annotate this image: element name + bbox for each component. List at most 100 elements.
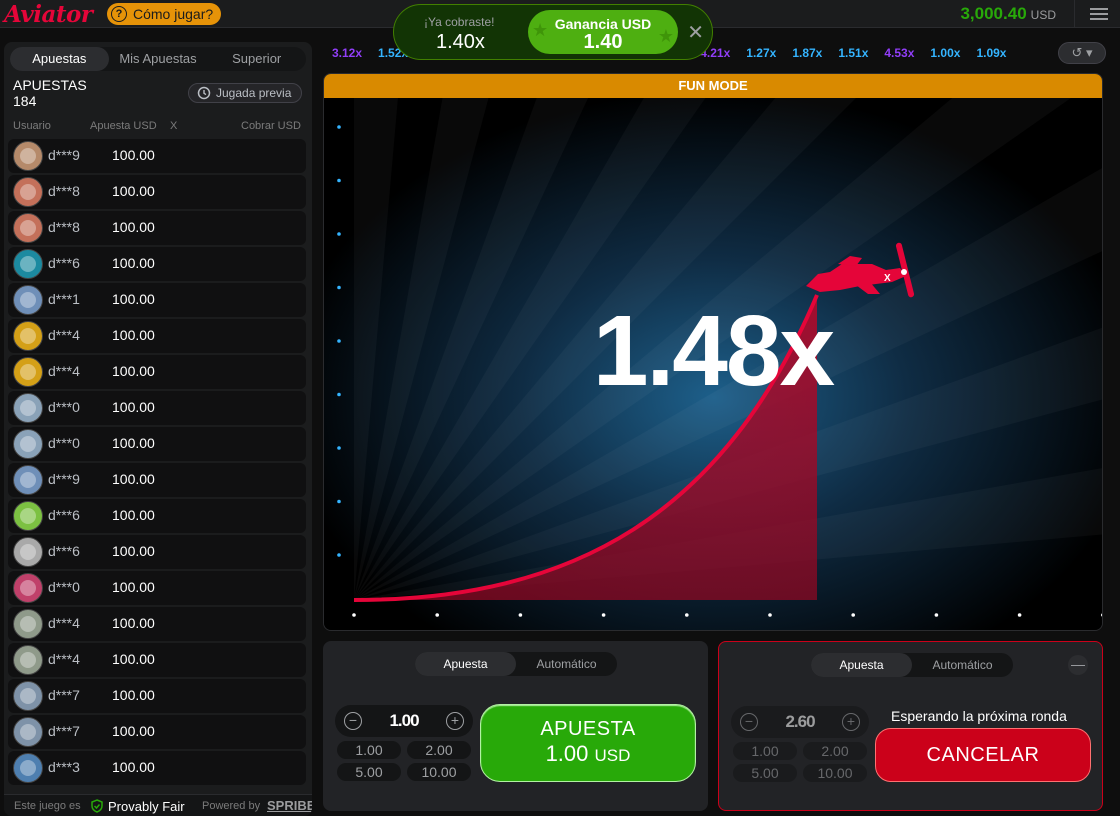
preset-button[interactable]: 10.00 <box>407 763 471 781</box>
row-username: d***8 <box>48 219 80 235</box>
tab-auto[interactable]: Automático <box>912 653 1013 677</box>
remove-panel-icon[interactable]: — <box>1068 655 1088 675</box>
preset-button[interactable]: 2.00 <box>803 742 867 760</box>
table-row: d***4 100.00 <box>8 607 306 641</box>
close-icon[interactable]: ✕ <box>687 20 704 45</box>
row-bet-amount: 100.00 <box>112 435 155 451</box>
axis-dot <box>337 232 341 236</box>
row-bet-amount: 100.00 <box>112 291 155 307</box>
axis-dot <box>352 613 356 617</box>
row-bet-amount: 100.00 <box>112 327 155 343</box>
how-to-play-button[interactable]: ? Cómo jugar? <box>107 3 222 25</box>
tab-my-bets[interactable]: Mis Apuestas <box>109 47 208 71</box>
preset-button[interactable]: 5.00 <box>733 764 797 782</box>
table-row: d***7 100.00 <box>8 715 306 749</box>
cashout-multiplier: 1.40x <box>436 31 485 53</box>
row-bet-amount: 100.00 <box>112 687 155 703</box>
row-username: d***0 <box>48 579 80 595</box>
bets-panel: Apuestas Mis Apuestas Superior APUESTAS … <box>4 42 312 816</box>
row-bet-amount: 100.00 <box>112 183 155 199</box>
history-multiplier[interactable]: 4.53x <box>878 42 920 64</box>
table-row: d***9 100.00 <box>8 463 306 497</box>
preset-button[interactable]: 10.00 <box>803 764 867 782</box>
history-icon: ↺ <box>1071 45 1083 60</box>
row-bet-amount: 100.00 <box>112 615 155 631</box>
provably-fair-link[interactable]: Provably Fair <box>108 799 185 814</box>
avatar <box>13 465 43 495</box>
table-row: d***6 100.00 <box>8 247 306 281</box>
balance-currency: USD <box>1030 8 1056 22</box>
axis-dot <box>337 446 341 450</box>
history-multiplier[interactable]: 1.27x <box>740 42 782 64</box>
axis-dot <box>601 613 606 617</box>
cancel-bet-button[interactable]: CANCELAR <box>875 728 1091 782</box>
row-username: d***9 <box>48 471 80 487</box>
bet-mode-tabs: Apuesta Automático <box>811 653 1013 677</box>
place-bet-button[interactable]: APUESTA 1.00 USD <box>480 704 696 782</box>
win-label: Ganancia USD <box>554 16 652 32</box>
win-amount-badge: ★ ★ Ganancia USD 1.40 <box>528 10 678 54</box>
current-multiplier: 1.48x <box>592 295 835 407</box>
avatar <box>13 393 43 423</box>
increase-stake-icon[interactable]: + <box>446 712 464 730</box>
table-row: d***8 100.00 <box>8 211 306 245</box>
avatar <box>13 573 43 603</box>
history-multiplier[interactable]: 1.51x <box>832 42 874 64</box>
tab-top[interactable]: Superior <box>207 47 306 71</box>
history-multiplier[interactable]: 1.09x <box>970 42 1012 64</box>
aviator-logo[interactable]: Aviator <box>4 1 93 28</box>
previous-round-button[interactable]: Jugada previa <box>188 83 302 103</box>
table-row: d***4 100.00 <box>8 643 306 677</box>
history-multiplier[interactable]: 1.00x <box>924 42 966 64</box>
bet-currency: USD <box>594 746 631 765</box>
tab-bet[interactable]: Apuesta <box>415 652 516 676</box>
bet-mode-tabs: Apuesta Automático <box>415 652 617 676</box>
footer-game-is: Este juego es <box>14 800 81 812</box>
row-username: d***6 <box>48 507 80 523</box>
avatar <box>13 753 43 783</box>
balance: 3,000.40 USD <box>960 4 1056 24</box>
axis-dot <box>851 613 855 617</box>
powered-by-label: Powered by <box>202 800 261 812</box>
game-stage: FUN MODE X 1.48x <box>323 73 1103 631</box>
history-multiplier[interactable]: 1.87x <box>786 42 828 64</box>
tab-all-bets[interactable]: Apuestas <box>10 47 109 71</box>
tab-auto[interactable]: Automático <box>516 652 617 676</box>
svg-text:X: X <box>884 273 891 284</box>
table-row: d***8 100.00 <box>8 175 306 209</box>
shield-icon <box>90 799 104 816</box>
row-bet-amount: 100.00 <box>112 471 155 487</box>
avatar <box>13 429 43 459</box>
col-user: Usuario <box>13 120 51 132</box>
bet-panel-1: Apuesta Automático − 1.00 + 1.00 2.00 5.… <box>323 641 708 811</box>
history-toggle-button[interactable]: ↺ ▾ <box>1058 42 1106 64</box>
preset-button[interactable]: 5.00 <box>337 763 401 781</box>
table-row: d***3 100.00 <box>8 751 306 785</box>
avatar <box>13 213 43 243</box>
row-username: d***4 <box>48 651 80 667</box>
bets-title: APUESTAS 184 <box>13 77 87 109</box>
row-bet-amount: 100.00 <box>112 651 155 667</box>
bets-tabs: Apuestas Mis Apuestas Superior <box>10 47 306 71</box>
preset-button[interactable]: 2.00 <box>407 741 471 759</box>
star-icon: ★ <box>532 20 549 40</box>
preset-button[interactable]: 1.00 <box>733 742 797 760</box>
axis-dot <box>337 285 341 290</box>
stake-stepper: − 2.60 + <box>731 706 869 738</box>
history-multiplier[interactable]: 3.12x <box>326 42 368 64</box>
table-row: d***4 100.00 <box>8 319 306 353</box>
axis-dot <box>337 499 341 504</box>
bet-amount: 1.00 <box>545 741 589 766</box>
avatar <box>13 357 43 387</box>
row-username: d***3 <box>48 759 80 775</box>
axis-dot <box>518 613 523 617</box>
row-username: d***7 <box>48 723 80 739</box>
divider <box>1074 0 1075 28</box>
hamburger-menu-icon[interactable] <box>1090 5 1108 23</box>
tab-bet[interactable]: Apuesta <box>811 653 912 677</box>
preset-button[interactable]: 1.00 <box>337 741 401 759</box>
row-username: d***1 <box>48 291 80 307</box>
increase-stake-icon[interactable]: + <box>842 713 860 731</box>
row-bet-amount: 100.00 <box>112 363 155 379</box>
table-row: d***6 100.00 <box>8 535 306 569</box>
